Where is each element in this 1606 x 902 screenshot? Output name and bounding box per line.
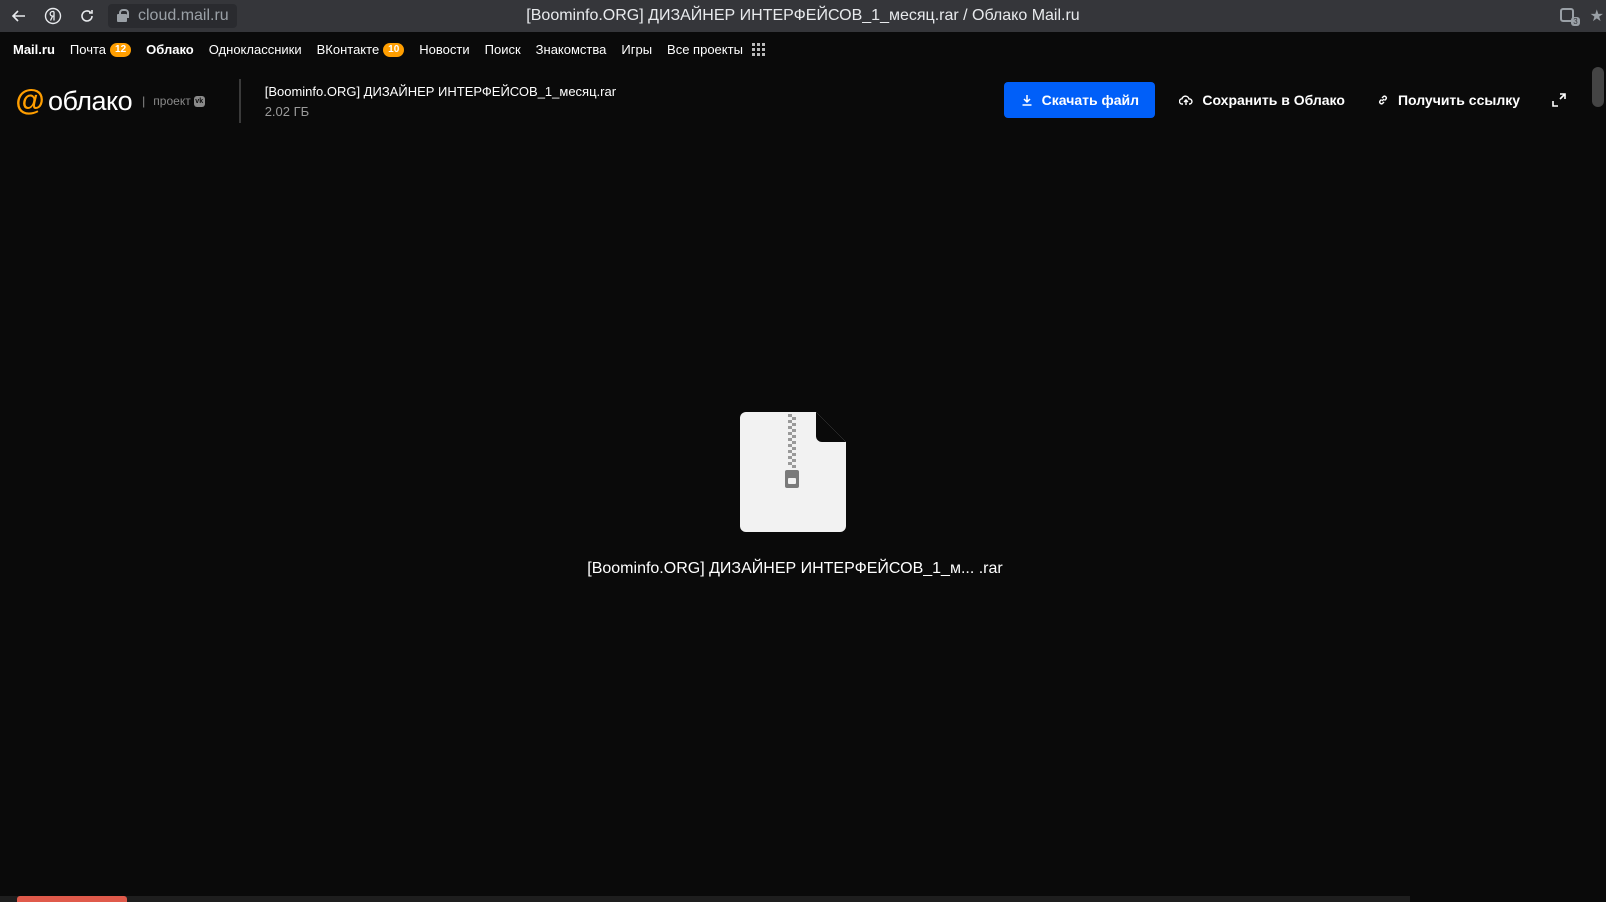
bottom-tab[interactable] [17,896,127,902]
portal-item-mailru[interactable]: Mail.ru [13,42,55,57]
link-icon [1378,95,1387,105]
cloud-upload-icon [1179,95,1193,105]
get-link-button[interactable]: Получить ссылку [1377,92,1520,108]
browser-actions: 3 ★ [1558,0,1606,32]
browser-toolbar: cloud.mail.ru [0,0,1606,32]
scrollbar[interactable] [1590,67,1606,902]
preview-file-name: [Boominfo.ORG] ДИЗАЙНЕР ИНТЕРФЕЙСОВ_1_м.… [587,560,1003,577]
file-name: [Boominfo.ORG] ДИЗАЙНЕР ИНТЕРФЕЙСОВ_1_ме… [264,83,617,99]
reload-icon[interactable] [70,0,104,32]
extension-icon[interactable]: 3 [1558,6,1580,26]
logo-separator: | [142,94,146,108]
fullscreen-icon[interactable] [1552,93,1566,107]
portal-item-vk[interactable]: ВКонтакте 10 [317,42,405,57]
notification-badge: 10 [383,42,405,57]
save-to-cloud-button[interactable]: Сохранить в Облако [1179,92,1345,108]
portal-item-dating[interactable]: Знакомства [536,42,607,57]
archive-file-icon [740,412,846,532]
portal-item-games[interactable]: Игры [621,42,652,57]
star-icon[interactable]: ★ [1590,6,1604,26]
back-arrow-icon[interactable] [2,0,36,32]
portal-item-ok[interactable]: Одноклассники [209,42,302,57]
app-header: @ облако | проект vk [Boominfo.ORG] ДИЗА… [0,67,1590,135]
address-bar[interactable]: cloud.mail.ru [108,4,237,28]
cloud-logo[interactable]: @ облако | проект vk [15,84,205,117]
portal-item-mail[interactable]: Почта 12 [69,42,132,57]
header-actions: Скачать файл Сохранить в Облако Получить… [1004,82,1590,118]
extension-count: 3 [1571,17,1580,26]
download-button[interactable]: Скачать файл [1004,82,1156,118]
file-size: 2.02 ГБ [264,103,310,119]
unread-badge: 12 [110,42,132,57]
portal-item-label: ВКонтакте [316,42,380,57]
portal-item-cloud[interactable]: Облако [146,42,194,57]
file-info: [Boominfo.ORG] ДИЗАЙНЕР ИНТЕРФЕЙСОВ_1_ме… [265,84,616,119]
url-text: cloud.mail.ru [138,7,229,24]
divider [238,79,241,123]
lock-icon [116,9,129,23]
bottom-strip [0,896,1410,902]
vk-icon: vk [193,95,205,107]
mailru-at-logo-icon: @ [15,84,45,117]
portal-item-label: Почта [69,42,107,57]
portal-nav: Mail.ru Почта 12 Облако Одноклассники ВК… [0,32,1606,67]
logo-project-label: проект [153,94,191,108]
logo-text: облако [48,85,133,116]
scrollbar-thumb[interactable] [1592,67,1604,107]
yandex-icon[interactable] [36,0,70,32]
portal-item-all-projects[interactable]: Все проекты [667,42,743,57]
logo-project: проект vk [153,94,205,108]
link-label: Получить ссылку [1397,92,1520,108]
apps-grid-icon[interactable] [751,42,766,57]
portal-item-search[interactable]: Поиск [485,42,521,57]
download-icon [1022,95,1032,106]
download-label: Скачать файл [1041,92,1140,108]
save-label: Сохранить в Облако [1202,92,1345,108]
portal-item-news[interactable]: Новости [419,42,469,57]
